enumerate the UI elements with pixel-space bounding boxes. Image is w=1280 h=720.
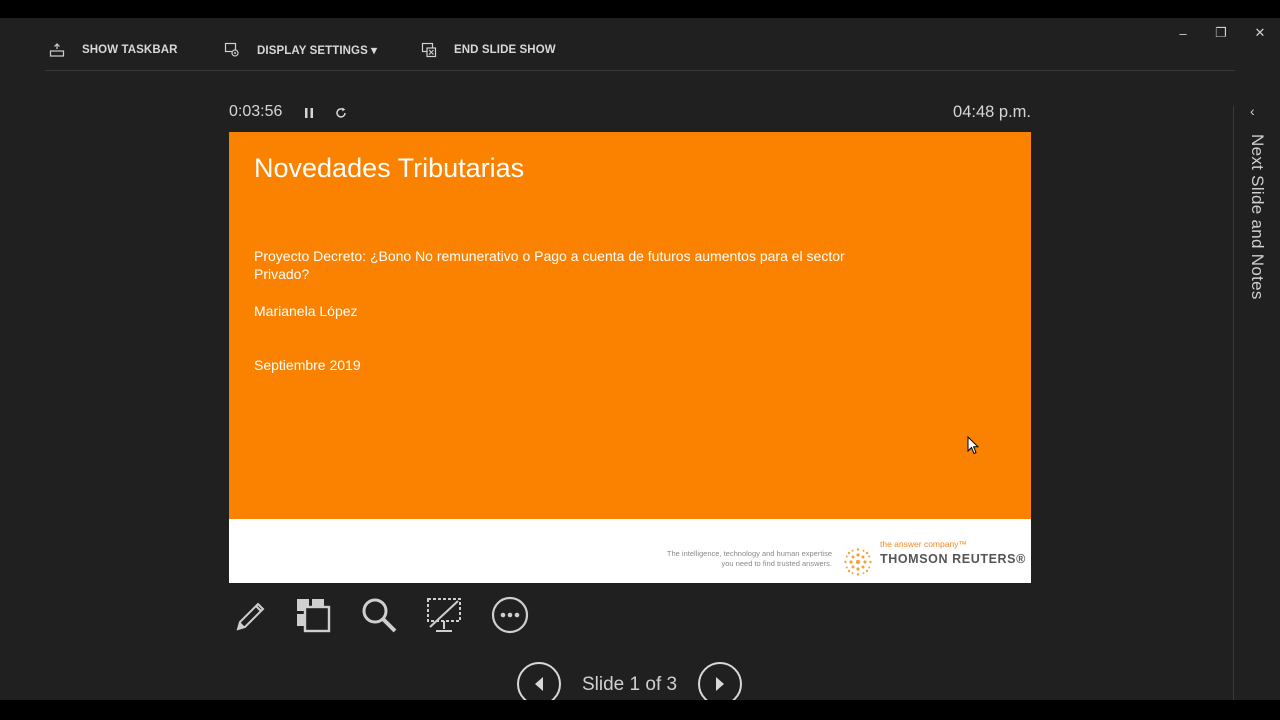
presenter-view: SHOW TASKBAR DISPLAY SETTINGS ▾ END SLID… bbox=[0, 18, 1280, 700]
end-slide-show-label: END SLIDE SHOW bbox=[454, 44, 556, 56]
black-screen-button[interactable] bbox=[423, 594, 465, 636]
slide-author: Marianela López bbox=[254, 303, 358, 319]
close-button[interactable]: ✕ bbox=[1248, 25, 1272, 41]
more-options-button[interactable] bbox=[489, 594, 531, 636]
restart-timer-button[interactable] bbox=[332, 103, 350, 123]
next-arrow-icon bbox=[716, 677, 724, 691]
more-options-icon bbox=[491, 596, 529, 634]
zoom-button[interactable] bbox=[358, 594, 400, 636]
slide-title: Novedades Tributarias bbox=[254, 153, 525, 183]
mouse-cursor-icon bbox=[967, 436, 979, 455]
display-settings-button[interactable]: DISPLAY SETTINGS ▾ bbox=[223, 41, 377, 59]
show-taskbar-label: SHOW TASKBAR bbox=[82, 44, 178, 56]
pause-timer-button[interactable] bbox=[300, 103, 318, 123]
next-slide-and-notes-label[interactable]: Next Slide and Notes bbox=[1247, 134, 1267, 300]
see-all-slides-icon bbox=[297, 599, 331, 633]
end-slide-show-icon bbox=[420, 41, 438, 59]
zoom-icon bbox=[362, 598, 397, 633]
thomson-reuters-logo-icon bbox=[844, 548, 872, 576]
current-time: 04:48 p.m. bbox=[953, 103, 1031, 121]
next-slide-button[interactable] bbox=[698, 662, 742, 700]
tagline-line-1: The intelligence, technology and human e… bbox=[666, 549, 832, 558]
show-taskbar-button[interactable]: SHOW TASKBAR bbox=[48, 41, 178, 59]
answer-company-text: the answer company™ bbox=[880, 539, 967, 549]
restore-button[interactable]: ❐ bbox=[1209, 25, 1233, 41]
minimize-button[interactable]: – bbox=[1171, 25, 1195, 41]
black-screen-icon bbox=[427, 598, 461, 632]
slide-footer: The intelligence, technology and human e… bbox=[229, 519, 1031, 583]
see-all-slides-button[interactable] bbox=[292, 594, 334, 636]
slide-date: Septiembre 2019 bbox=[254, 357, 361, 373]
expand-side-panel-button[interactable]: ‹ bbox=[1250, 103, 1255, 119]
display-settings-label: DISPLAY SETTINGS ▾ bbox=[257, 45, 378, 57]
taskbar-icon bbox=[48, 41, 66, 59]
current-slide[interactable]: Novedades Tributarias Proyecto Decreto: … bbox=[229, 132, 1031, 583]
slide-subtitle-line-1: Proyecto Decreto: ¿Bono No remunerativo … bbox=[254, 248, 845, 264]
side-panel-divider bbox=[1233, 106, 1234, 700]
pause-icon bbox=[305, 108, 313, 118]
tagline-line-2: you need to find trusted answers. bbox=[721, 559, 832, 568]
pen-tool-button[interactable] bbox=[229, 594, 271, 636]
slide-subtitle-line-2: Privado? bbox=[254, 266, 310, 282]
thomson-reuters-brand: THOMSON REUTERS® bbox=[880, 552, 1026, 566]
elapsed-timer: 0:03:56 bbox=[229, 103, 283, 120]
previous-slide-button[interactable] bbox=[517, 662, 561, 700]
footer-tagline: The intelligence, technology and human e… bbox=[667, 549, 832, 569]
display-settings-icon bbox=[223, 41, 241, 59]
pen-icon bbox=[236, 602, 265, 631]
previous-arrow-icon bbox=[535, 677, 543, 691]
slide-counter[interactable]: Slide 1 of 3 bbox=[582, 674, 677, 696]
toolbar-divider bbox=[45, 70, 1235, 71]
restart-icon bbox=[336, 107, 346, 118]
end-slide-show-button[interactable]: END SLIDE SHOW bbox=[420, 41, 556, 59]
